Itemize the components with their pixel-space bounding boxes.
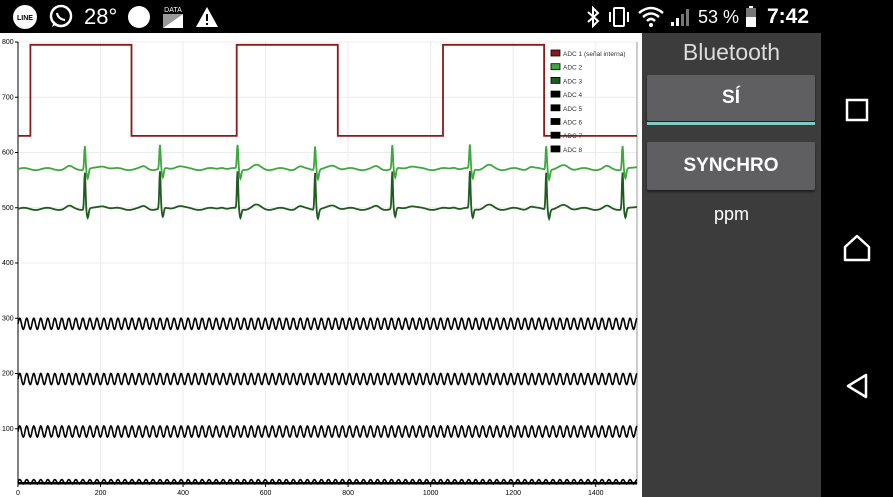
circle-icon [127,5,151,29]
legend-label: ADC 7 [563,133,583,140]
home-icon[interactable] [839,230,875,266]
x-tick-label: 400 [177,490,189,497]
y-tick-label: 500 [2,205,14,212]
legend-swatch [550,131,561,139]
y-tick-label: 400 [2,260,14,267]
legend-label: ADC 8 [563,147,583,154]
clock: 7:42 [766,5,809,28]
legend-label: ADC 6 [563,120,583,127]
adc-chart: 0 200 400 600 800 1000 1200 1400 100 200 300 400 500… [2,39,638,497]
synchro-button[interactable]: SYNCHRO [647,142,815,190]
back-icon[interactable] [839,368,875,404]
y-tick-label: 800 [2,39,14,46]
chart-panel: 0 200 400 600 800 1000 1200 1400 100 200 300 400 500… [0,33,642,497]
warning-icon [195,6,219,28]
y-tick-label: 200 [2,371,14,378]
si-button-indicator [647,122,815,125]
legend-label: ADC 2 [563,65,583,72]
series-line-adc-4 [17,317,638,331]
battery-icon [745,6,757,28]
series-line-adc-2 [17,144,638,183]
legend-label: ADC 1 (señal interna) [563,51,626,58]
status-right: 53 % 7:42 [586,4,809,30]
y-tick-label: 300 [2,315,14,322]
legend-swatch [550,104,561,112]
legend-label: ADC 4 [563,92,583,99]
y-tick-label: 700 [2,94,14,101]
x-tick-label: 0 [16,490,20,497]
ppm-label: ppm [713,204,749,224]
line-app-icon: LINE [12,4,38,30]
bluetooth-icon [586,6,600,28]
x-tick-label: 600 [260,490,272,497]
data-saver-icon: DATA [161,4,185,30]
legend-label: ADC 3 [563,78,583,85]
whatsapp-icon [48,4,74,30]
series-line-adc-3 [17,170,638,222]
temperature: 28° [84,4,118,29]
x-tick-label: 200 [95,490,107,497]
legend-label: ADC 5 [563,106,583,113]
legend-swatch [550,145,561,153]
data-label: DATA [164,7,182,14]
wifi-icon [638,6,664,28]
legend-swatch [550,49,561,57]
y-tick-label: 100 [2,426,14,433]
legend-swatch [550,63,561,71]
svg-text:LINE: LINE [17,15,33,22]
status-left: LINE 28° DATA [12,4,219,30]
status-bar: LINE 28° DATA 53 % 7:42 [0,0,893,33]
vibrate-icon [606,6,632,28]
square-icon[interactable] [839,92,875,128]
side-panel: Bluetooth SÍ SYNCHRO ppm [642,33,821,497]
battery-percent: 53 % [697,6,739,27]
legend-swatch [550,90,561,98]
x-tick-label: 1200 [505,490,521,497]
series-line-adc-1 [18,43,637,137]
y-tick-label: 600 [2,150,14,157]
series-line-adc-6 [17,424,638,439]
signal-icon [670,6,692,28]
x-tick-label: 1400 [588,490,604,497]
series-line-adc-5 [17,372,638,386]
legend-swatch [550,77,561,84]
x-tick-label: 800 [342,490,354,497]
legend-swatch [550,118,561,125]
bluetooth-title: Bluetooth [682,39,781,65]
x-tick-label: 1000 [423,490,439,497]
navigation-bar [821,33,893,497]
si-button[interactable]: SÍ [647,75,815,121]
